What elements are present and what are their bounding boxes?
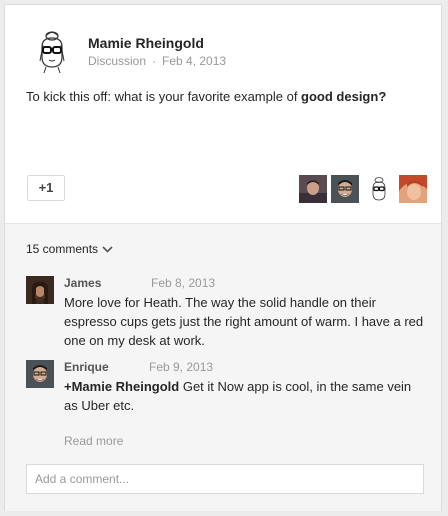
commenter-name[interactable]: James — [64, 276, 101, 290]
comments-section: 15 comments James Feb 8, 2013 More love … — [5, 224, 441, 511]
read-more-link[interactable]: Read more — [64, 434, 123, 448]
meta-separator: · — [152, 54, 157, 68]
add-comment-input[interactable] — [26, 464, 424, 494]
plus-one-button[interactable]: +1 — [27, 175, 65, 201]
post-text: To kick this off: what is your favorite … — [26, 89, 386, 104]
pluser-avatar[interactable] — [399, 175, 427, 203]
comments-count: 15 comments — [26, 242, 99, 256]
pluser-avatar[interactable] — [365, 175, 393, 203]
post-category[interactable]: Discussion — [88, 54, 146, 68]
post-meta: Discussion · Feb 4, 2013 — [88, 54, 226, 68]
pluser-avatar[interactable] — [331, 175, 359, 203]
post: Mamie Rheingold Discussion · Feb 4, 2013 T… — [5, 5, 441, 223]
commenter-name[interactable]: Enrique — [64, 360, 109, 374]
comment-date[interactable]: Feb 8, 2013 — [151, 276, 215, 290]
comment-date[interactable]: Feb 9, 2013 — [149, 360, 213, 374]
commenter-avatar[interactable] — [26, 360, 54, 388]
comment-item: Enrique Feb 9, 2013 +Mamie Rheingold Get… — [26, 360, 426, 413]
post-date[interactable]: Feb 4, 2013 — [162, 54, 226, 68]
comment-mention[interactable]: +Mamie Rheingold — [64, 379, 179, 394]
author-avatar[interactable] — [29, 27, 75, 73]
post-text-prefix: To kick this off: what is your favorite … — [26, 89, 302, 104]
author-name[interactable]: Mamie Rheingold — [88, 35, 204, 51]
comment-body: +Mamie Rheingold Get it Now app is cool,… — [64, 377, 424, 415]
commenter-avatar[interactable] — [26, 276, 54, 304]
comments-count-toggle[interactable]: 15 comments — [26, 242, 113, 256]
comment-item: James Feb 8, 2013 More love for Heath. T… — [26, 276, 426, 348]
post-card: Mamie Rheingold Discussion · Feb 4, 2013 T… — [4, 4, 442, 511]
comment-body: More love for Heath. The way the solid h… — [64, 295, 424, 348]
pluser-avatar[interactable] — [299, 175, 327, 203]
chevron-down-icon — [102, 246, 113, 253]
post-text-bold: good design? — [301, 89, 387, 104]
